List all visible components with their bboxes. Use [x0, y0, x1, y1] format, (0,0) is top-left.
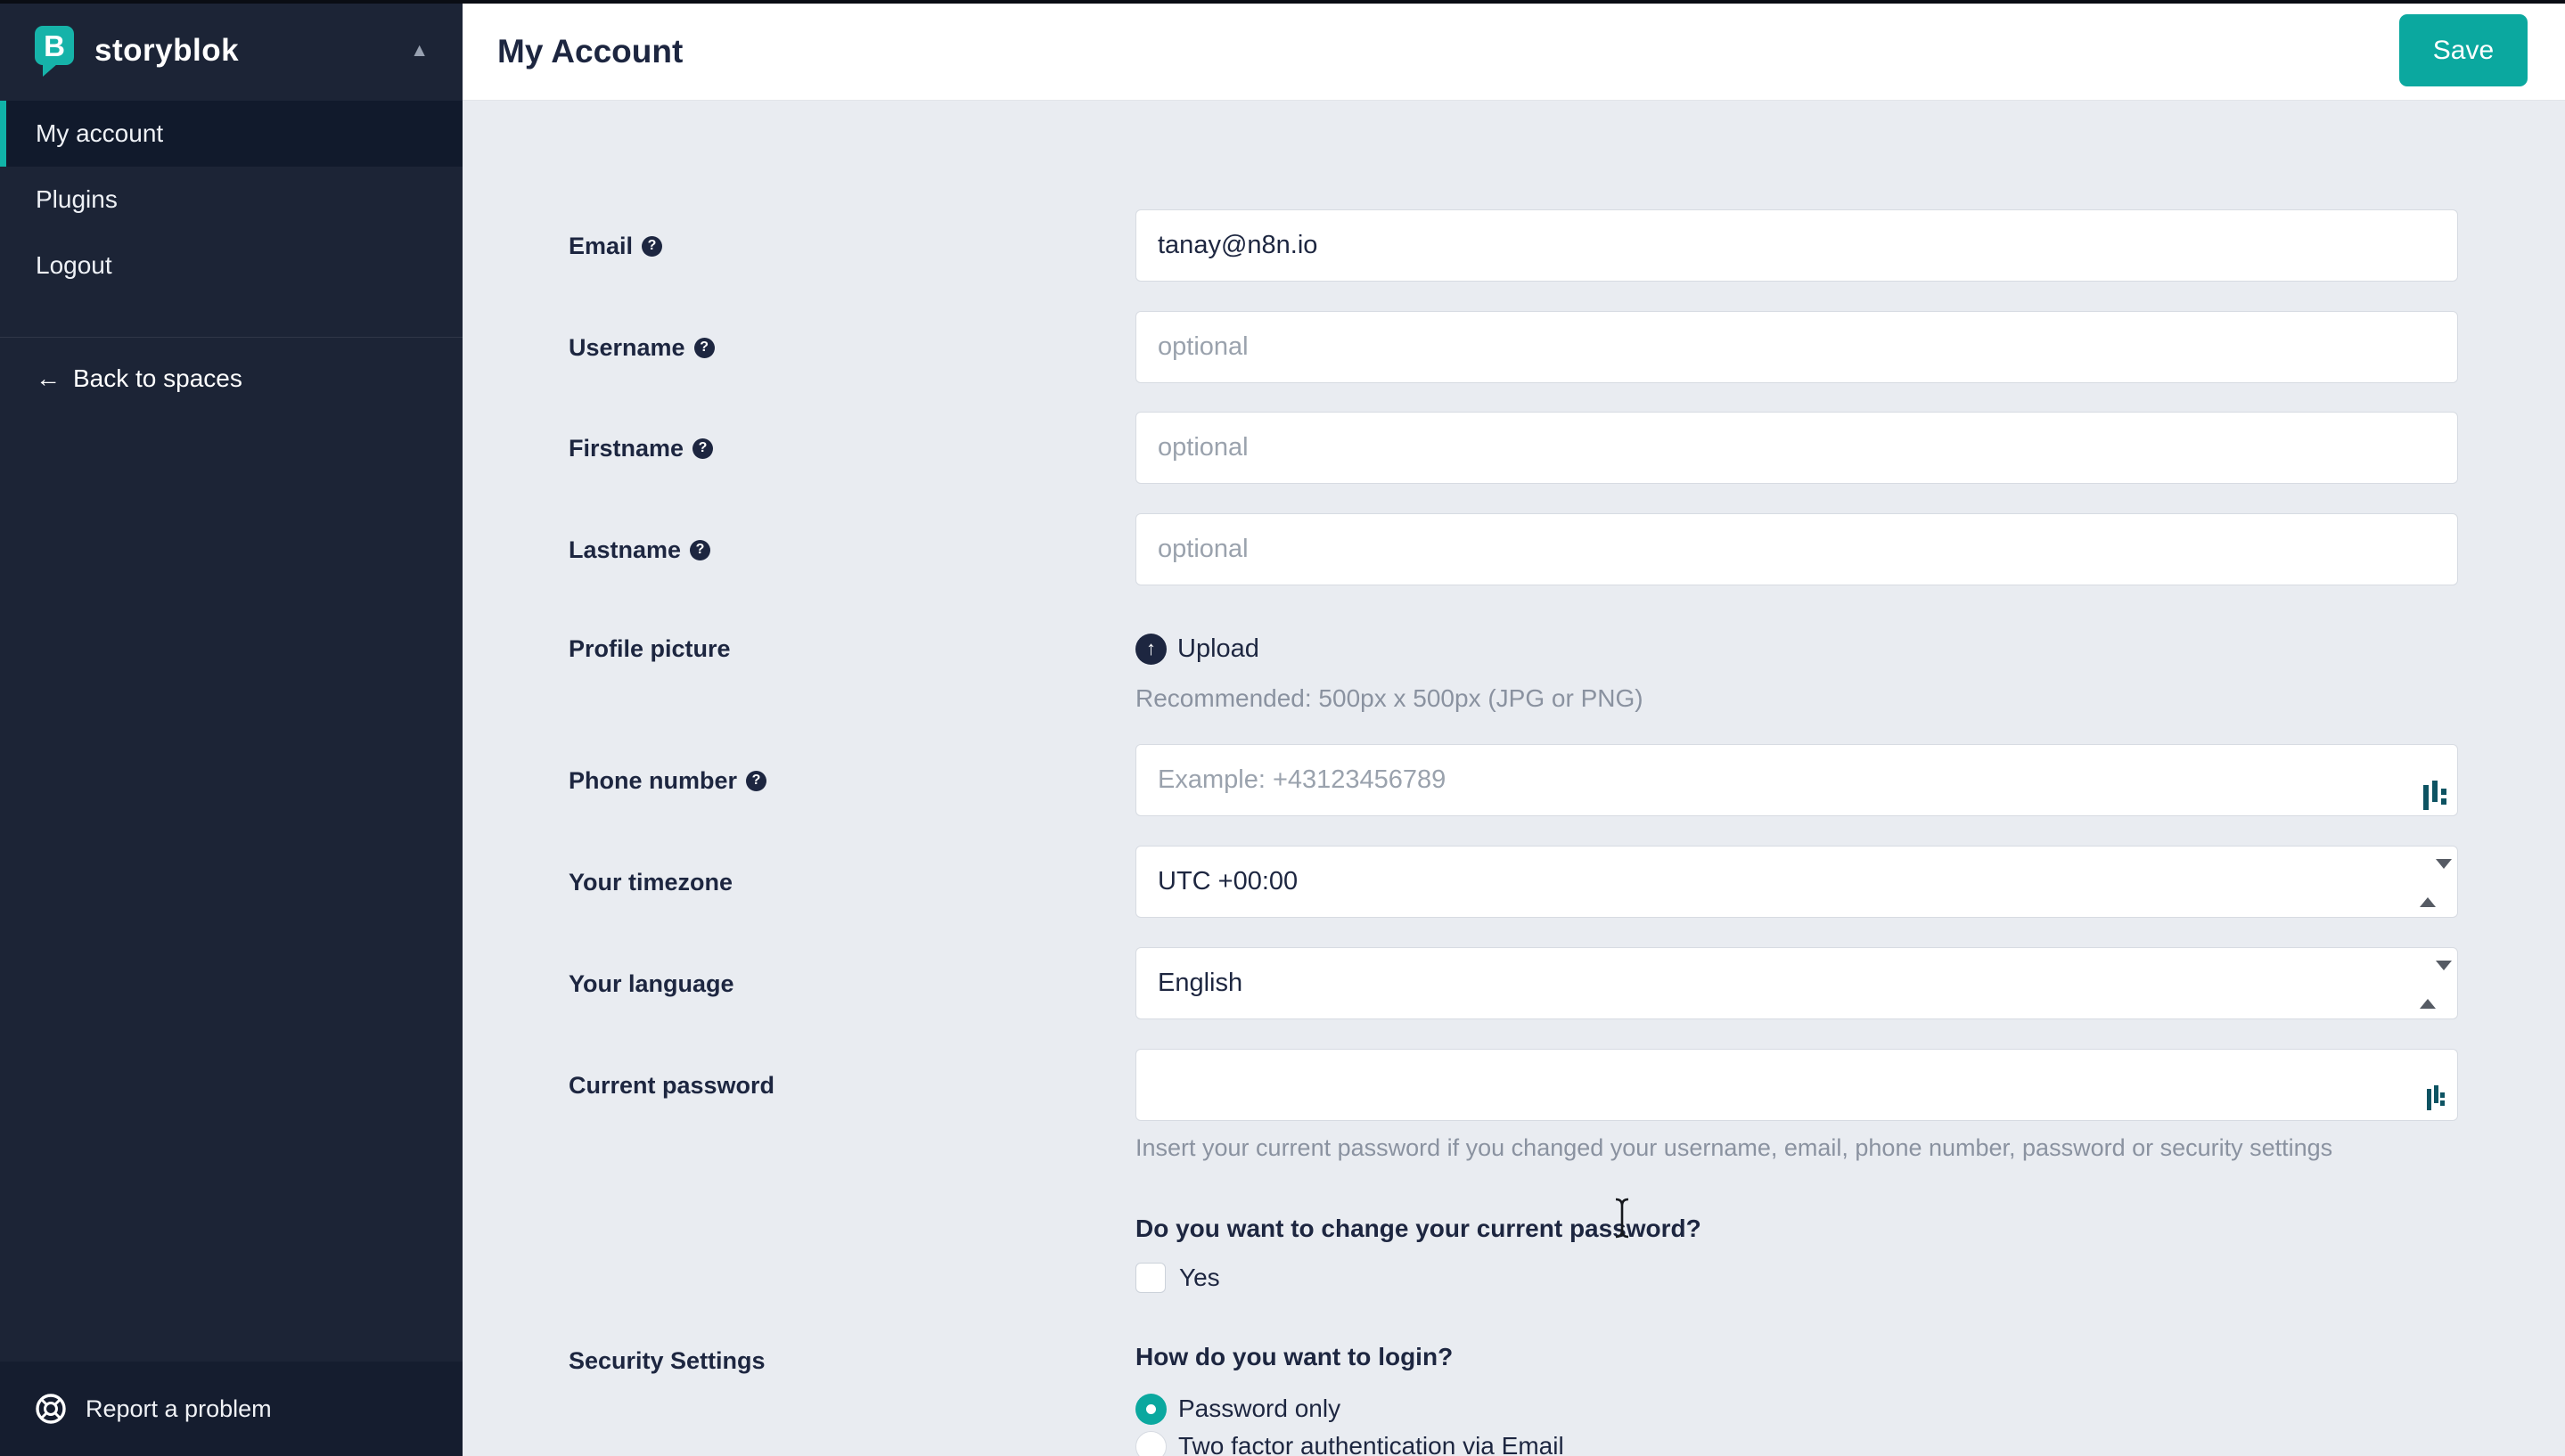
select-arrows-icon: [2420, 970, 2436, 997]
select-arrows-icon: [2420, 869, 2436, 896]
help-icon[interactable]: ?: [746, 771, 766, 791]
yes-checkbox[interactable]: [1135, 1263, 1166, 1293]
timezone-label: Your timezone: [569, 864, 733, 900]
language-value: English: [1158, 969, 1242, 998]
report-problem-label: Report a problem: [86, 1395, 272, 1423]
sidebar-divider: [0, 337, 463, 338]
sidebar-item-logout[interactable]: Logout: [0, 233, 463, 299]
timezone-value: UTC +00:00: [1158, 867, 1298, 896]
current-password-field[interactable]: [1135, 1049, 2458, 1121]
sidebar-collapse-icon[interactable]: ▲: [410, 40, 429, 61]
page-header: My Account Save: [463, 4, 2565, 101]
phone-label: Phone number ?: [569, 763, 766, 798]
window-top-edge: [0, 0, 2565, 4]
change-password-question: Do you want to change your current passw…: [1135, 1215, 1701, 1243]
sidebar-item-label: Logout: [36, 251, 112, 280]
radio-unselected[interactable]: [1135, 1431, 1167, 1456]
email-field[interactable]: [1135, 209, 2458, 282]
phone-field[interactable]: [1135, 744, 2458, 816]
username-field[interactable]: [1135, 311, 2458, 383]
save-button[interactable]: Save: [2399, 14, 2528, 86]
password-manager-extension-icon[interactable]: [2423, 781, 2446, 814]
yes-label: Yes: [1179, 1264, 1220, 1292]
current-password-label: Current password: [569, 1067, 774, 1103]
back-to-spaces-label: Back to spaces: [73, 364, 242, 393]
sidebar: B storyblok ▲ My account Plugins Logout …: [0, 0, 463, 1456]
upload-recommendation: Recommended: 500px x 500px (JPG or PNG): [1135, 684, 1643, 713]
radio-label: Password only: [1178, 1395, 1340, 1423]
language-select[interactable]: English: [1135, 947, 2458, 1019]
lifebuoy-icon: [34, 1392, 68, 1426]
logo-wordmark: storyblok: [94, 33, 239, 69]
username-label: Username ?: [569, 330, 715, 365]
help-icon[interactable]: ?: [692, 438, 713, 459]
radio-label: Two factor authentication via Email: [1178, 1432, 1564, 1456]
page-title: My Account: [497, 33, 683, 70]
lastname-field[interactable]: [1135, 513, 2458, 585]
login-option-two-factor-email: Two factor authentication via Email: [1135, 1430, 1564, 1456]
change-password-yes-row: Yes: [1135, 1262, 1220, 1294]
current-password-hint: Insert your current password if you chan…: [1135, 1134, 2332, 1162]
timezone-select[interactable]: UTC +00:00: [1135, 846, 2458, 918]
radio-selected[interactable]: [1135, 1394, 1167, 1425]
help-icon[interactable]: ?: [694, 338, 715, 358]
help-icon[interactable]: ?: [690, 540, 710, 560]
back-to-spaces-link[interactable]: ← Back to spaces: [0, 356, 463, 401]
storyblok-logo-icon: B: [30, 23, 80, 78]
sidebar-item-plugins[interactable]: Plugins: [0, 167, 463, 233]
login-method-question: How do you want to login?: [1135, 1343, 1453, 1371]
firstname-label: Firstname ?: [569, 430, 713, 466]
sidebar-item-my-account[interactable]: My account: [0, 101, 463, 167]
firstname-field[interactable]: [1135, 412, 2458, 484]
account-form: Email ? Username ? Firstname ? Lastname …: [463, 101, 2565, 1456]
sidebar-header: B storyblok ▲: [0, 0, 463, 101]
upload-label: Upload: [1177, 634, 1259, 664]
sidebar-item-label: My account: [36, 119, 163, 148]
language-label: Your language: [569, 966, 734, 1002]
upload-button[interactable]: ↑ Upload: [1135, 631, 1259, 667]
back-arrow-icon: ←: [36, 364, 61, 393]
sidebar-item-label: Plugins: [36, 185, 118, 214]
email-label: Email ?: [569, 228, 662, 264]
upload-icon: ↑: [1135, 634, 1167, 665]
login-option-password-only: Password only: [1135, 1393, 1340, 1425]
storyblok-account-page: B storyblok ▲ My account Plugins Logout …: [0, 0, 2565, 1456]
report-problem-button[interactable]: Report a problem: [0, 1362, 463, 1456]
password-manager-extension-icon[interactable]: [2427, 1085, 2445, 1114]
profile-picture-label: Profile picture: [569, 631, 731, 667]
lastname-label: Lastname ?: [569, 532, 710, 568]
security-settings-label: Security Settings: [569, 1343, 766, 1378]
help-icon[interactable]: ?: [642, 236, 662, 257]
svg-text:B: B: [44, 29, 65, 62]
